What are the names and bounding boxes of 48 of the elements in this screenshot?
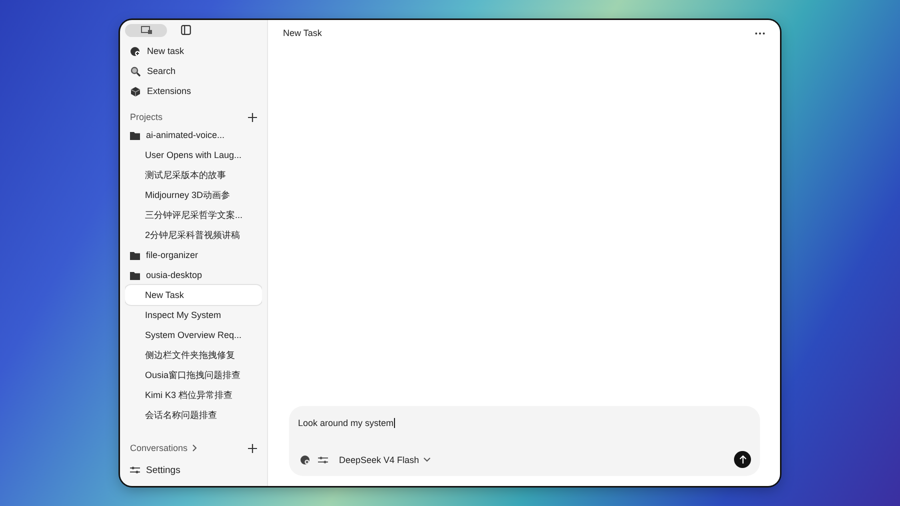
folder-icon	[130, 250, 140, 260]
chat-plus-icon	[130, 46, 141, 56]
cube-icon	[130, 86, 141, 96]
model-selector[interactable]: DeepSeek V4 Flash	[339, 454, 432, 464]
task-item[interactable]: New Task	[125, 285, 262, 305]
send-button[interactable]	[734, 451, 751, 468]
folder-icon	[130, 270, 140, 280]
task-item[interactable]: Ousia窗口拖拽问题排查	[125, 365, 262, 385]
search-icon	[130, 66, 141, 76]
options-button[interactable]	[318, 456, 328, 464]
composer-field[interactable]: Look around my system DeepSeek V4 Flash	[289, 406, 760, 476]
more-icon	[755, 32, 765, 34]
sliders-icon	[130, 466, 140, 474]
settings-item[interactable]: Settings	[125, 460, 262, 480]
project-folder[interactable]: file-organizer	[125, 245, 262, 265]
task-item[interactable]: 三分钟评尼采哲学文案...	[125, 205, 262, 225]
section-heading: Projects	[130, 112, 163, 122]
task-item[interactable]: Kimi K3 档位异常排查	[125, 385, 262, 405]
attach-button[interactable]	[300, 454, 310, 464]
chat-plus-icon	[300, 454, 310, 464]
plus-icon	[248, 444, 257, 452]
task-item[interactable]: 会话名称问题排查	[125, 405, 262, 425]
more-button[interactable]	[755, 32, 765, 34]
arrow-up-icon	[738, 455, 746, 464]
task-item[interactable]: 测试尼采版本的故事	[125, 165, 262, 185]
section-heading[interactable]: Conversations	[130, 443, 188, 453]
nav-item[interactable]: New task	[125, 41, 262, 61]
project-folder[interactable]: ai-animated-voice...	[125, 125, 262, 145]
input-text: Look around my system	[298, 418, 394, 428]
folder-icon	[130, 130, 140, 140]
window-title: New Task	[283, 28, 322, 38]
project-folder[interactable]: ousia-desktop	[125, 265, 262, 285]
sliders-icon	[318, 456, 328, 464]
plus-icon	[248, 112, 257, 122]
task-item[interactable]: 2分钟尼采科普视频讲稿	[125, 225, 262, 245]
task-item[interactable]: System Overview Req...	[125, 325, 262, 345]
nav-item[interactable]: Search	[125, 61, 262, 81]
nav-item[interactable]: Extensions	[125, 81, 262, 101]
sidebar-toggle-button[interactable]	[125, 24, 167, 36]
chevron-down-icon	[423, 457, 432, 462]
task-item[interactable]: Midjourney 3D动画参	[125, 185, 262, 205]
monitor-icon	[140, 26, 152, 34]
sidebar-panel-icon	[181, 25, 191, 35]
chevron-right-icon	[192, 444, 197, 452]
task-item[interactable]: 侧边栏文件夹拖拽修复	[125, 345, 262, 365]
task-item[interactable]: User Opens with Laug...	[125, 145, 262, 165]
task-item[interactable]: Inspect My System	[125, 305, 262, 325]
panel-toggle-button[interactable]	[181, 25, 191, 35]
